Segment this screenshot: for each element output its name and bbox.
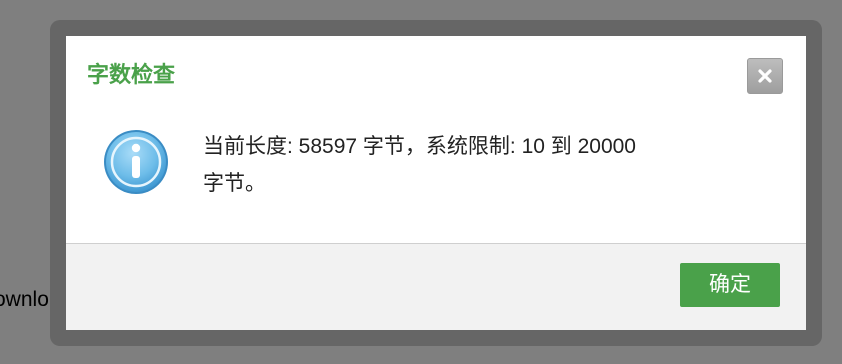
ok-button[interactable]: 确定 [680, 263, 780, 307]
dialog-message: 当前长度: 58597 字节，系统限制: 10 到 20000 字节。 [203, 128, 788, 202]
message-line-2: 字节。 [203, 172, 266, 195]
message-line-1: 当前长度: 58597 字节，系统限制: 10 到 20000 [203, 135, 636, 158]
close-icon [758, 69, 772, 83]
info-icon [104, 130, 168, 194]
word-count-dialog: 字数检查 当前长度: 58597 字节，系统限制: 10 到 20000 字节。… [66, 36, 806, 330]
dialog-title: 字数检查 [87, 62, 176, 87]
dialog-footer: 确定 [66, 243, 806, 330]
close-button[interactable] [747, 58, 783, 94]
background-page-text: ownlo [0, 288, 49, 311]
